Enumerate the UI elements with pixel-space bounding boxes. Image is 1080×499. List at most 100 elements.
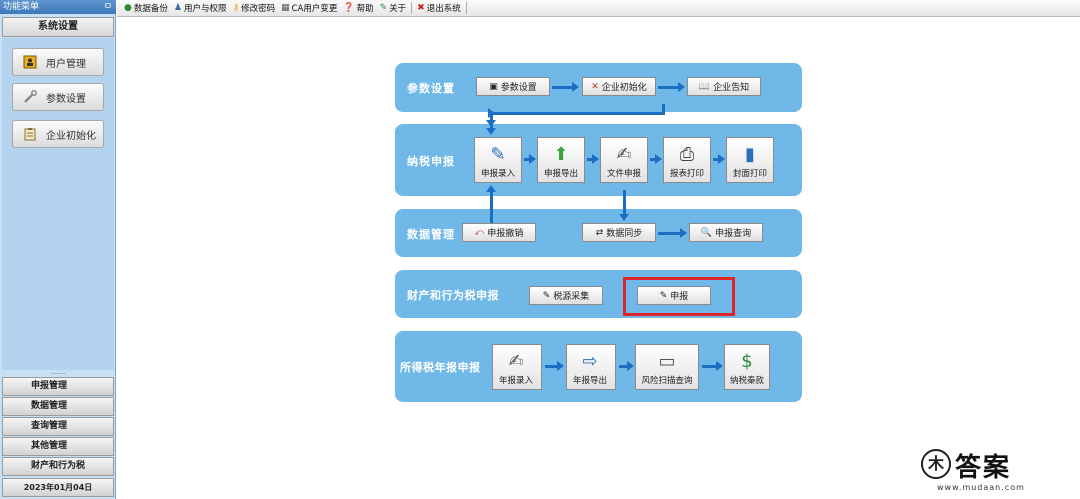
toolbar-separator: [465, 2, 467, 14]
button-data-sync[interactable]: ⇄ 数据同步: [582, 223, 656, 242]
status-date: 2023年01月04日: [2, 478, 114, 497]
flow-arrow: [658, 228, 687, 238]
button-param-settings[interactable]: ▣ 参数设置: [476, 77, 550, 96]
sidebar-header-system-settings[interactable]: 系统设置: [2, 17, 114, 37]
toolbar-exit[interactable]: ✖ 退出系统: [414, 1, 464, 16]
sidebar-button-user-management[interactable]: 用户管理: [12, 48, 104, 76]
button-tax-source-collect[interactable]: ✎ 税源采集: [529, 286, 603, 305]
book-icon: 📖: [698, 81, 711, 92]
flow-arrow: [486, 185, 496, 223]
tile-declare-entry[interactable]: ✎ 申报录入: [474, 137, 522, 183]
money-bag-icon: $: [741, 350, 753, 372]
pencil-icon: ✎: [490, 143, 506, 165]
panel-param-settings: 参数设置 ▣ 参数设置 ✕ 企业初始化 📖 企业告知: [395, 63, 802, 112]
toolbar-label: 修改密码: [241, 4, 276, 14]
sidebar-menu-data[interactable]: 数据管理: [2, 397, 114, 416]
sidebar-menu-query[interactable]: 查询管理: [2, 417, 114, 436]
toolbar-user-permission[interactable]: ♟ 用户与权限: [171, 1, 230, 16]
flow-arrow: [713, 154, 725, 164]
sync-icon: ⇄: [595, 227, 604, 238]
sidebar-button-label: 企业初始化: [46, 130, 96, 142]
toolbar-help[interactable]: ❓ 帮助: [340, 1, 376, 16]
panel-title: 参数设置: [407, 82, 455, 95]
sidebar-button-label: 用户管理: [46, 58, 86, 70]
tile-label: 年报导出: [572, 376, 607, 386]
toolbar-ca-user-change[interactable]: ▦ CA用户变更: [278, 1, 340, 16]
tile-label: 封面打印: [732, 169, 767, 179]
sidebar-button-param-settings[interactable]: 参数设置: [12, 83, 104, 111]
tile-report-print[interactable]: ⎙ 报表打印: [663, 137, 711, 183]
tile-file-declare[interactable]: ✍ 文件申报: [600, 137, 648, 183]
wrench-icon: [22, 89, 38, 105]
panel-data-management: 数据管理 ⤺ 申报撤销 ⇄ 数据同步 🔍 申报查询: [395, 209, 802, 257]
watermark: 木 答案 www.mudaan.com: [859, 441, 1080, 499]
sidebar-button-label: 参数设置: [46, 93, 86, 105]
toolbar: ● 数据备份 ♟ 用户与权限 ⚷ 修改密码 ▦ CA用户变更 ❓ 帮助 ✎ 关于…: [117, 0, 1080, 17]
sidebar-panel: 用户管理 参数设置 企业初始化: [2, 38, 114, 370]
sidebar-title-text: 功能菜单: [3, 2, 40, 12]
toolbar-label: 退出系统: [426, 4, 461, 14]
user-card-icon: [22, 54, 38, 70]
tile-label: 申报导出: [543, 169, 578, 179]
document-edit-icon: ✍: [616, 143, 632, 165]
watermark-name: 答案: [955, 453, 1012, 483]
button-label: 税源采集: [553, 292, 590, 302]
panel-title: 数据管理: [407, 228, 455, 241]
button-declare-revoke[interactable]: ⤺ 申报撤销: [462, 223, 536, 242]
toolbar-change-password[interactable]: ⚷ 修改密码: [229, 1, 278, 16]
tools-icon: ✕: [591, 81, 599, 92]
sidebar-menu-declare[interactable]: 申报管理: [2, 377, 114, 396]
watermark-logo: 木: [921, 449, 951, 479]
flow-arrow: [658, 82, 685, 92]
tile-label: 文件申报: [606, 169, 641, 179]
button-declare-query[interactable]: 🔍 申报查询: [689, 223, 763, 242]
annual-edit-icon: ✍: [508, 350, 524, 372]
flow-arrow: [702, 361, 723, 371]
tile-cover-print[interactable]: ▮ 封面打印: [726, 137, 774, 183]
sidebar-menu-property-tax[interactable]: 财产和行为税: [2, 457, 114, 476]
clipboard-icon: [22, 126, 38, 142]
tile-declare-export[interactable]: ⬆ 申报导出: [537, 137, 585, 183]
sidebar-splitter[interactable]: ........: [2, 370, 114, 376]
toolbar-about[interactable]: ✎ 关于: [377, 1, 410, 16]
tile-label: 年报录入: [498, 376, 533, 386]
backup-icon: ●: [124, 3, 132, 13]
flow-arrow: [524, 154, 536, 164]
tag-icon: ✎: [379, 3, 388, 13]
user-icon: ♟: [173, 3, 182, 13]
tile-label: 风险扫描查询: [641, 376, 693, 386]
toolbar-label: 数据备份: [133, 4, 168, 14]
ca-icon: ▦: [281, 3, 290, 13]
button-label: 企业告知: [713, 83, 750, 93]
tile-annual-export[interactable]: ⇨ 年报导出: [566, 344, 616, 390]
highlight-box: [623, 277, 735, 316]
pin-icon[interactable]: ㅁ: [104, 0, 112, 14]
tile-risk-scan-query[interactable]: ▭ 风险扫描查询: [635, 344, 699, 390]
flow-arrow: [619, 361, 634, 371]
sidebar-button-enterprise-init[interactable]: 企业初始化: [12, 120, 104, 148]
panel-title: 纳税申报: [407, 155, 455, 168]
flow-arrow: [486, 112, 496, 135]
toolbar-label: 关于: [389, 4, 407, 14]
toolbar-backup[interactable]: ● 数据备份: [121, 1, 171, 16]
tile-label: 报表打印: [669, 169, 704, 179]
flow-connector: [662, 104, 665, 114]
sidebar: 功能菜单 ㅁ 系统设置 用户管理 参数设置 企业初始化 ........ 申报管…: [0, 0, 116, 499]
sidebar-title: 功能菜单 ㅁ: [0, 0, 116, 14]
flow-arrow: [552, 82, 579, 92]
tile-tax-payment[interactable]: $ 纳税秦款: [724, 344, 770, 390]
toolbar-label: 帮助: [356, 4, 374, 14]
button-label: 申报查询: [715, 229, 752, 239]
toolbar-separator: [411, 2, 413, 14]
tile-label: 申报录入: [480, 169, 515, 179]
flow-arrow: [650, 154, 662, 164]
sidebar-menu-other[interactable]: 其他管理: [2, 437, 114, 456]
button-enterprise-notice[interactable]: 📖 企业告知: [687, 77, 761, 96]
panel-title: 所得税年报申报: [400, 361, 481, 374]
search-icon: 🔍: [700, 227, 713, 238]
button-enterprise-init[interactable]: ✕ 企业初始化: [582, 77, 656, 96]
scanner-icon: ▭: [658, 350, 676, 372]
help-icon: ❓: [343, 3, 355, 13]
watermark-url: www.mudaan.com: [937, 483, 1025, 492]
tile-annual-entry[interactable]: ✍ 年报录入: [492, 344, 542, 390]
